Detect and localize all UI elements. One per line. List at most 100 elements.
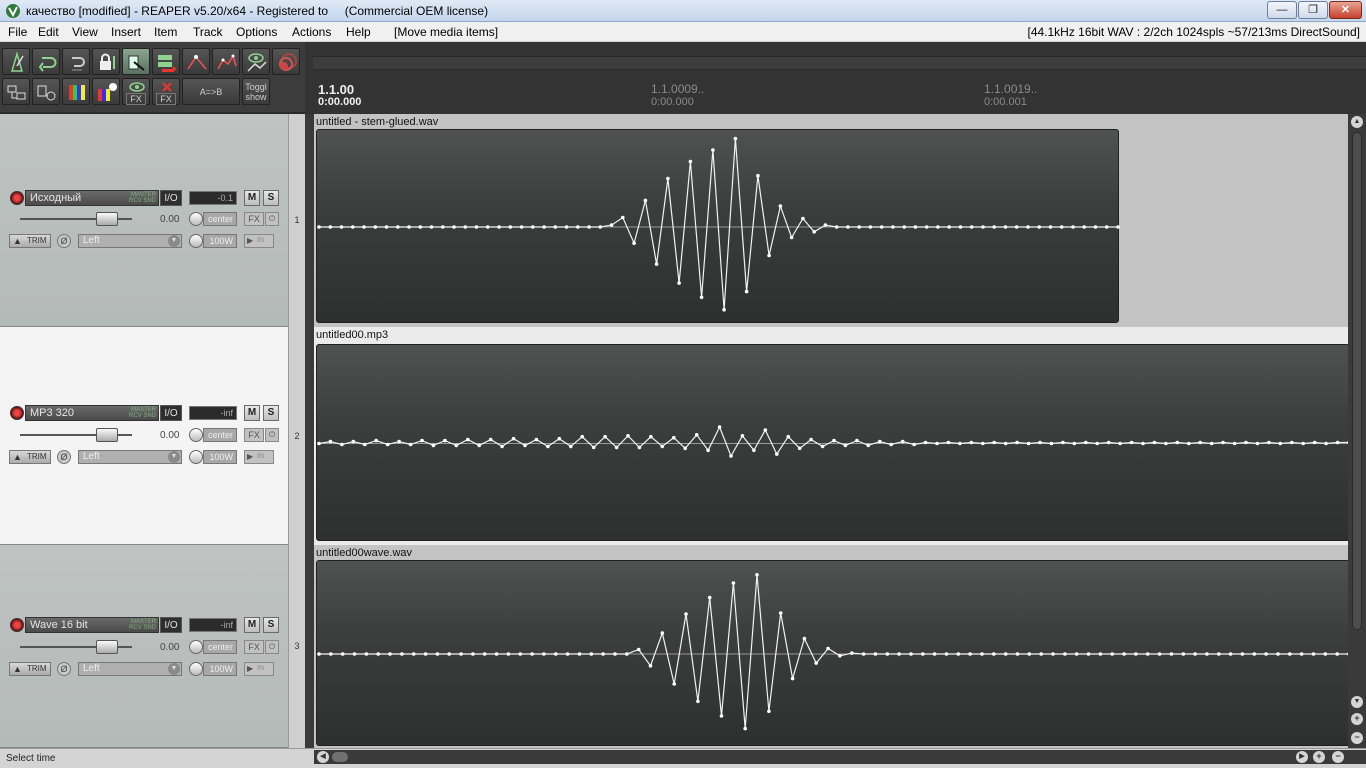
- track-name-field[interactable]: Исходный MASTER RCV SND: [25, 190, 159, 206]
- horizontal-scrollbar[interactable]: ◀ ▶ + −: [314, 750, 1366, 764]
- media-item-stem-glued[interactable]: [316, 129, 1120, 323]
- fx-bypass-button[interactable]: ⏻: [265, 212, 279, 226]
- record-arm-button[interactable]: [10, 618, 24, 632]
- input-monitor-button[interactable]: ▶ IN: [244, 662, 274, 676]
- record-arm-button[interactable]: [10, 406, 24, 420]
- io-button[interactable]: I/O: [160, 405, 182, 421]
- fx-bypass-button[interactable]: ⏻: [265, 428, 279, 442]
- record-mode-button[interactable]: [272, 48, 300, 75]
- automation-mode-button[interactable]: ▲ TRIM: [9, 450, 51, 464]
- scroll-thumb[interactable]: [1352, 132, 1362, 630]
- phase-invert-button[interactable]: Ø: [57, 234, 71, 248]
- menu-track[interactable]: Track: [193, 25, 223, 39]
- h-zoom-out-button[interactable]: −: [1332, 751, 1344, 763]
- track-name-field[interactable]: Wave 16 bit MASTER RCV SND: [25, 617, 159, 633]
- metronome-button[interactable]: [2, 48, 30, 75]
- io-button[interactable]: I/O: [160, 190, 182, 206]
- solo-button[interactable]: S: [263, 190, 279, 206]
- track-lane-2[interactable]: untitled00.mp3: [314, 327, 1351, 545]
- ab-compare-button[interactable]: A=>B: [182, 78, 240, 105]
- zoom-in-button[interactable]: +: [1351, 713, 1363, 725]
- menu-actions[interactable]: Actions: [292, 25, 331, 39]
- peak-meter[interactable]: -inf: [189, 618, 237, 632]
- audio-device-status[interactable]: [44.1kHz 16bit WAV : 2/2ch 1024spls ~57/…: [1027, 25, 1360, 39]
- volume-fader[interactable]: [12, 212, 140, 226]
- pan-mode-dropdown[interactable]: Left ▼: [78, 450, 182, 464]
- scroll-up-button[interactable]: ▲: [1351, 116, 1363, 128]
- mute-button[interactable]: M: [244, 405, 260, 421]
- fader-knob[interactable]: [96, 212, 118, 226]
- track-lane-3[interactable]: untitled00wave.wav: [314, 545, 1351, 748]
- show-fx-button[interactable]: FX: [122, 78, 150, 105]
- pan-mode-dropdown[interactable]: Left ▼: [78, 662, 182, 676]
- fx-button[interactable]: FX: [244, 428, 264, 442]
- peak-meter[interactable]: -0.1: [189, 191, 237, 205]
- menu-edit[interactable]: Edit: [38, 25, 59, 39]
- volume-fader[interactable]: [12, 640, 140, 654]
- automation-mode-button[interactable]: ▲ TRIM: [9, 234, 51, 248]
- item-color-button[interactable]: [92, 78, 120, 105]
- vertical-scrollbar[interactable]: ▲ ▼ + −: [1348, 114, 1366, 748]
- menu-item[interactable]: Item: [154, 25, 177, 39]
- width-knob[interactable]: [189, 450, 203, 464]
- timeline-ruler[interactable]: 1.1.00 0:00.000 1.1.0009.. 0:00.000 1.1.…: [305, 42, 1366, 114]
- menu-file[interactable]: File: [8, 25, 27, 39]
- media-item-wave16[interactable]: [316, 560, 1351, 746]
- show-envelope-button[interactable]: [242, 48, 270, 75]
- pan-mode-dropdown[interactable]: Left ▼: [78, 234, 182, 248]
- toggle-show-button[interactable]: Toggl show: [242, 78, 270, 105]
- fx-button[interactable]: FX: [244, 640, 264, 654]
- track-panel-1[interactable]: Исходный MASTER RCV SND I/O -0.1 M S 0.00…: [0, 114, 301, 327]
- pan-knob[interactable]: [189, 212, 203, 226]
- fader-knob[interactable]: [96, 640, 118, 654]
- scroll-left-button[interactable]: ◀: [317, 751, 329, 763]
- panel-divider[interactable]: [305, 114, 314, 748]
- color-button[interactable]: [62, 78, 90, 105]
- h-zoom-in-button[interactable]: +: [1313, 751, 1325, 763]
- repeat-button[interactable]: [32, 48, 60, 75]
- envelope-edit-button[interactable]: [212, 48, 240, 75]
- menu-help[interactable]: Help: [346, 25, 371, 39]
- scroll-down-button[interactable]: ▼: [1351, 696, 1363, 708]
- fx-bypass-button[interactable]: ⏻: [265, 640, 279, 654]
- solo-button[interactable]: S: [263, 617, 279, 633]
- input-monitor-button[interactable]: ▶ IN: [244, 234, 274, 248]
- routing-button[interactable]: [2, 78, 30, 105]
- track-lane-1[interactable]: untitled - stem-glued.wav: [314, 114, 1348, 327]
- arrange-view[interactable]: untitled - stem-glued.wav untitled00.mp3…: [314, 114, 1351, 748]
- maximize-button[interactable]: ❐: [1298, 1, 1328, 19]
- grouping-button[interactable]: [152, 48, 180, 75]
- fx-button[interactable]: FX: [244, 212, 264, 226]
- input-monitor-button[interactable]: ▶ IN: [244, 450, 274, 464]
- zoom-out-button[interactable]: −: [1351, 732, 1363, 744]
- menu-insert[interactable]: Insert: [111, 25, 141, 39]
- region-marker-lane[interactable]: [313, 56, 1366, 70]
- mute-button[interactable]: M: [244, 190, 260, 206]
- stretch-button[interactable]: [32, 78, 60, 105]
- envelope-points-button[interactable]: [182, 48, 210, 75]
- phase-invert-button[interactable]: Ø: [57, 450, 71, 464]
- solo-button[interactable]: S: [263, 405, 279, 421]
- bypass-fx-button[interactable]: FX: [152, 78, 180, 105]
- track-panel-3[interactable]: Wave 16 bit MASTER RCV SND I/O -inf M S 0…: [0, 545, 301, 748]
- lock-button[interactable]: [92, 48, 120, 75]
- mute-button[interactable]: M: [244, 617, 260, 633]
- minimize-button[interactable]: —: [1267, 1, 1297, 19]
- horizontal-scroll-thumb[interactable]: [332, 752, 348, 762]
- peak-meter[interactable]: -inf: [189, 406, 237, 420]
- track-panel-2[interactable]: MP3 320 MASTER RCV SND I/O -inf M S 0.00 …: [0, 327, 301, 545]
- phase-invert-button[interactable]: Ø: [57, 662, 71, 676]
- track-name-field[interactable]: MP3 320 MASTER RCV SND: [25, 405, 159, 421]
- record-arm-button[interactable]: [10, 191, 24, 205]
- pan-knob[interactable]: [189, 428, 203, 442]
- io-button[interactable]: I/O: [160, 617, 182, 633]
- pan-knob[interactable]: [189, 640, 203, 654]
- width-knob[interactable]: [189, 662, 203, 676]
- close-button[interactable]: ✕: [1329, 1, 1362, 19]
- width-knob[interactable]: [189, 234, 203, 248]
- ripple-edit-button[interactable]: [122, 48, 150, 75]
- auto-crossfade-button[interactable]: [62, 48, 90, 75]
- scroll-right-button[interactable]: ▶: [1296, 751, 1308, 763]
- media-item-mp3[interactable]: [316, 344, 1351, 541]
- volume-fader[interactable]: [12, 428, 140, 442]
